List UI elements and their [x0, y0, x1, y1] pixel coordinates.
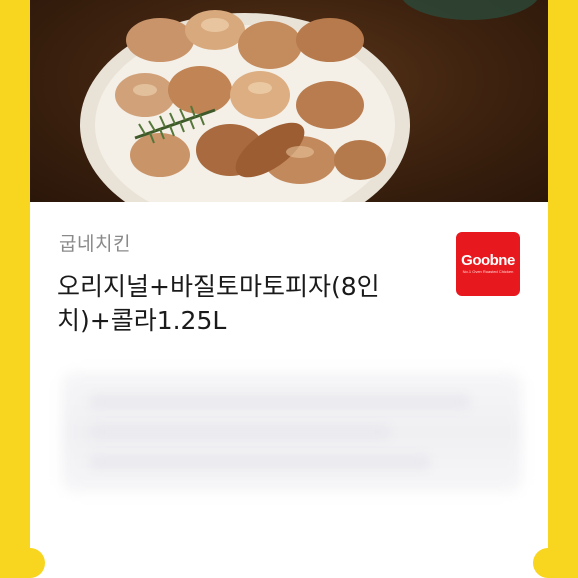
ticket-notch-left — [30, 548, 45, 578]
blurred-text-line — [90, 455, 430, 469]
product-name: 오리지널+바질토마토피자(8인 치)+콜라1.25L — [57, 272, 380, 335]
gift-card[interactable]: 굽네치킨 오리지널+바질토마토피자(8인 치)+콜라1.25L Goobne N… — [30, 0, 548, 578]
gift-card-frame: 굽네치킨 오리지널+바질토마토피자(8인 치)+콜라1.25L Goobne N… — [0, 0, 578, 578]
brand-name: 굽네치킨 — [59, 233, 131, 255]
ticket-notch-right — [533, 548, 548, 578]
logo-wordmark: Goobne — [461, 252, 515, 269]
product-photo — [30, 0, 548, 202]
logo-tagline: No.1 Oven Roasted Chicken — [462, 269, 514, 274]
blurred-text-line — [90, 425, 390, 439]
brand-logo: Goobne No.1 Oven Roasted Chicken — [456, 232, 520, 296]
chicken-plate-illustration — [80, 0, 538, 202]
blurred-text-line — [90, 395, 470, 409]
